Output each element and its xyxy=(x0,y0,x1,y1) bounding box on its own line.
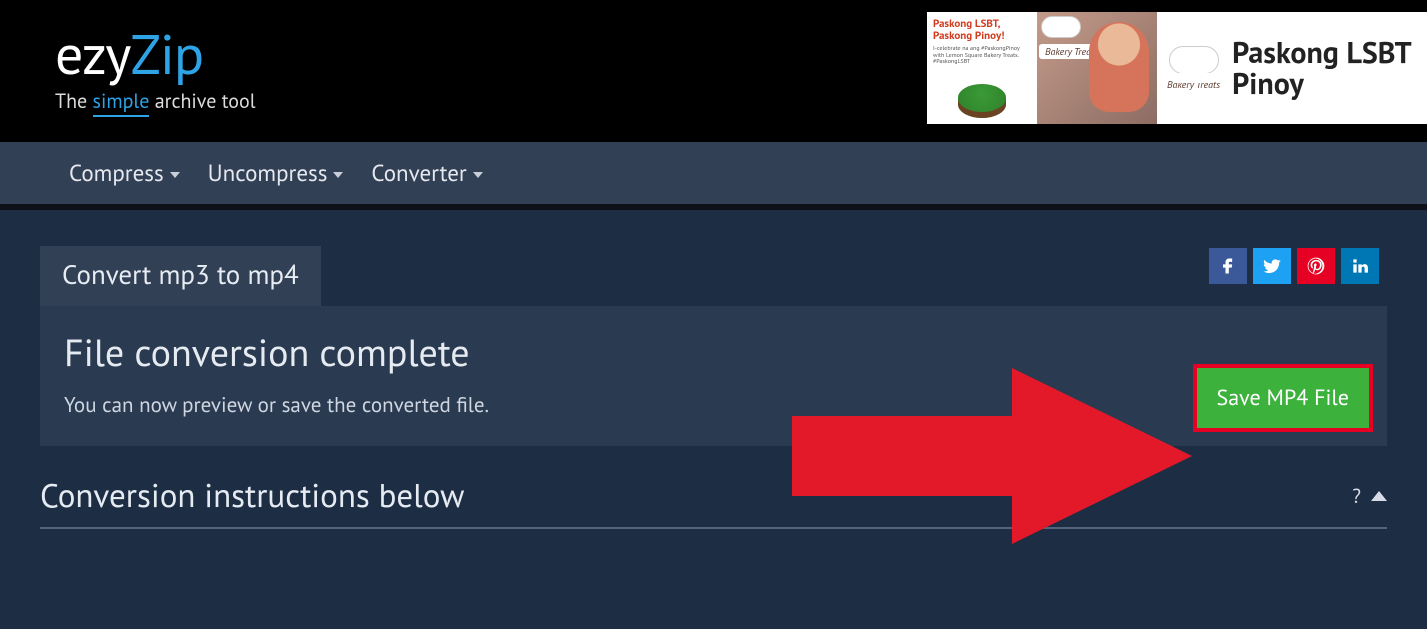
tab-convert-mp3-mp4[interactable]: Convert mp3 to mp4 xyxy=(40,246,321,306)
main-content: Convert mp3 to mp4 File conversion compl… xyxy=(0,246,1427,529)
ad-badge-icon xyxy=(1041,16,1081,38)
nav-converter-label: Converter xyxy=(371,159,466,188)
share-facebook-button[interactable] xyxy=(1209,248,1247,284)
tagline-post: archive tool xyxy=(149,88,255,114)
nav-compress[interactable]: Compress xyxy=(55,151,194,196)
save-button-label: Save MP4 File xyxy=(1217,384,1349,412)
save-mp4-button[interactable]: Save MP4 File xyxy=(1193,364,1373,432)
ad-promo-card: Paskong LSBT, Paskong Pinoy! I-celebrate… xyxy=(927,12,1037,124)
ad-cake-illustration xyxy=(958,84,1006,118)
logo-part-zip: Zip xyxy=(130,26,203,82)
tab-social-row: Convert mp3 to mp4 xyxy=(40,246,1387,306)
nav-uncompress[interactable]: Uncompress xyxy=(194,151,358,196)
nav-converter[interactable]: Converter xyxy=(357,151,496,196)
share-twitter-button[interactable] xyxy=(1253,248,1291,284)
logo-tagline: The simple archive tool xyxy=(55,88,256,114)
ad-promo-line2: Paskong Pinoy! xyxy=(933,30,1031,42)
ad-photo: Bakery Treats xyxy=(1037,12,1157,124)
tagline-simple: simple xyxy=(93,88,150,117)
instructions-toggle[interactable]: ? xyxy=(1352,483,1387,509)
chevron-down-icon xyxy=(170,172,180,178)
help-icon: ? xyxy=(1352,483,1361,509)
caret-up-icon xyxy=(1371,491,1387,501)
tab-label: Convert mp3 to mp4 xyxy=(62,258,299,292)
logo-wordmark: ezyZip xyxy=(55,26,256,82)
logo[interactable]: ezyZip The simple archive tool xyxy=(55,26,256,114)
ad-badge2-icon xyxy=(1169,46,1219,74)
share-linkedin-button[interactable] xyxy=(1341,248,1379,284)
share-pinterest-button[interactable] xyxy=(1297,248,1335,284)
chevron-down-icon xyxy=(333,172,343,178)
logo-part-ezy: ezy xyxy=(55,26,130,82)
linkedin-icon xyxy=(1350,256,1370,276)
panel-subtext: You can now preview or save the converte… xyxy=(64,391,1363,418)
ad-headline: Paskong LSBT Pinoy xyxy=(1232,37,1412,100)
app-header: ezyZip The simple archive tool Paskong L… xyxy=(0,0,1427,140)
facebook-icon xyxy=(1218,256,1238,276)
nav-uncompress-label: Uncompress xyxy=(208,159,328,188)
ad-banner[interactable]: Paskong LSBT, Paskong Pinoy! I-celebrate… xyxy=(927,12,1427,124)
twitter-icon xyxy=(1262,256,1282,276)
ad-promo-small: I-celebrate na ang #PaskongPinoy with Le… xyxy=(933,45,1031,65)
panel-heading: File conversion complete xyxy=(64,328,1363,377)
main-nav: Compress Uncompress Converter xyxy=(0,140,1427,210)
nav-compress-label: Compress xyxy=(69,159,164,188)
instructions-heading: Conversion instructions below xyxy=(40,474,464,517)
ad-person-illustration xyxy=(1089,22,1149,112)
conversion-panel: File conversion complete You can now pre… xyxy=(40,306,1387,446)
instructions-header[interactable]: Conversion instructions below ? xyxy=(40,474,1387,529)
pinterest-icon xyxy=(1306,256,1326,276)
tagline-pre: The xyxy=(55,88,93,114)
social-share-bar xyxy=(1209,248,1379,284)
chevron-down-icon xyxy=(473,172,483,178)
ad-right: Bakery Treats Paskong LSBT Pinoy xyxy=(1157,12,1427,124)
